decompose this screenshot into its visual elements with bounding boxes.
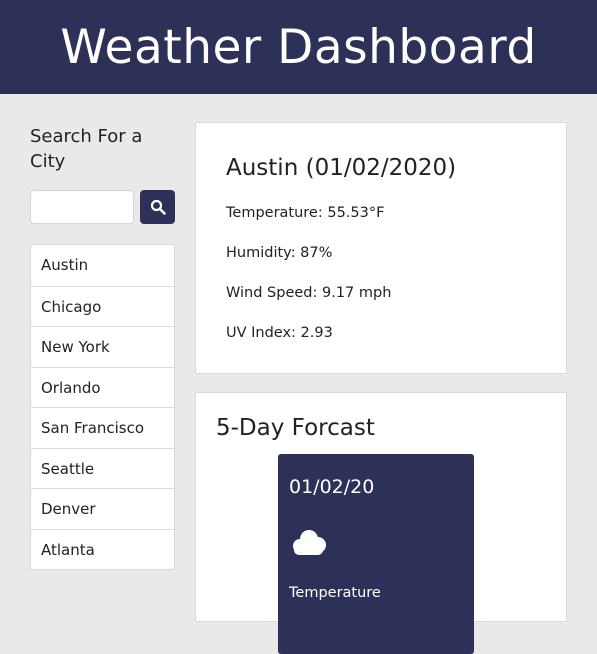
current-wind-speed: Wind Speed: 9.17 mph xyxy=(226,285,392,301)
city-item-austin[interactable]: Austin xyxy=(31,245,174,286)
city-search-input[interactable] xyxy=(30,190,134,224)
current-weather-card: Austin (01/02/2020) Temperature: 55.53°F… xyxy=(195,122,567,374)
page-title: Weather Dashboard xyxy=(60,19,537,75)
current-temperature: Temperature: 55.53°F xyxy=(226,205,385,221)
city-item-atlanta[interactable]: Atlanta xyxy=(31,528,174,570)
city-item-seattle[interactable]: Seattle xyxy=(31,447,174,489)
forecast-day-card: 01/02/20 Temperature xyxy=(278,454,474,654)
forecast-date: 01/02/20 xyxy=(289,476,375,498)
sidebar: Search For a City Austin Chicago New Yor… xyxy=(30,124,175,570)
forecast-title: 5-Day Forcast xyxy=(216,415,375,441)
search-title: Search For a City xyxy=(30,126,143,172)
current-uv-index: UV Index: 2.93 xyxy=(226,325,333,341)
cloud-icon xyxy=(293,530,326,555)
current-humidity: Humidity: 87% xyxy=(226,245,333,261)
search-row xyxy=(30,190,175,224)
current-city-title: Austin (01/02/2020) xyxy=(226,155,457,181)
city-history-list: Austin Chicago New York Orlando San Fran… xyxy=(30,244,175,570)
city-item-denver[interactable]: Denver xyxy=(31,488,174,529)
city-item-san-francisco[interactable]: San Francisco xyxy=(31,407,174,448)
forecast-temperature-label: Temperature xyxy=(289,585,381,601)
search-icon xyxy=(150,199,166,215)
search-button[interactable] xyxy=(140,190,175,224)
header-bar: Weather Dashboard xyxy=(0,0,597,94)
city-item-new-york[interactable]: New York xyxy=(31,326,174,367)
city-item-orlando[interactable]: Orlando xyxy=(31,366,174,408)
city-item-chicago[interactable]: Chicago xyxy=(31,285,174,327)
forecast-panel: 5-Day Forcast 01/02/20 Temperature xyxy=(195,392,567,654)
